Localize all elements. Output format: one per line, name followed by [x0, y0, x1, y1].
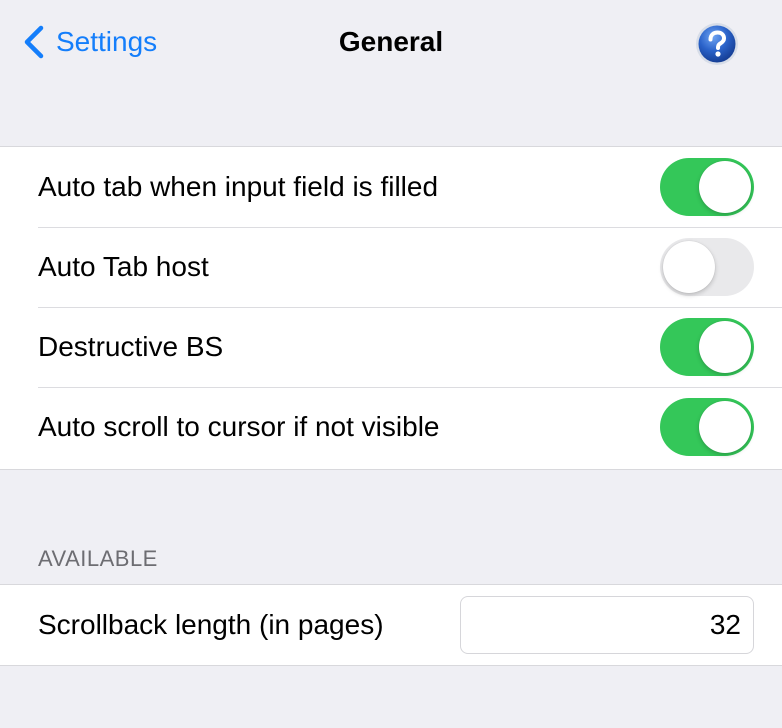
switch-knob — [699, 401, 751, 453]
scrollback-row: Scrollback length (in pages) — [0, 585, 782, 665]
scrollback-label: Scrollback length (in pages) — [38, 609, 384, 640]
toggle-label: Auto tab when input field is filled — [38, 171, 439, 202]
destructive-bs-switch[interactable] — [660, 318, 754, 376]
section-header-available: AVAILABLE — [38, 546, 158, 571]
switch-knob — [663, 241, 715, 293]
toggle-row-auto-tab-host: Auto Tab host — [0, 227, 782, 307]
help-icon[interactable] — [694, 21, 740, 67]
scrollback-length-field[interactable] — [460, 596, 754, 654]
toggle-settings-group: Auto tab when input field is filled Auto… — [0, 146, 782, 470]
toggle-label: Auto Tab host — [38, 251, 209, 282]
auto-tab-host-switch[interactable] — [660, 238, 754, 296]
scrollback-group: Scrollback length (in pages) — [0, 584, 782, 666]
toggle-row-auto-scroll: Auto scroll to cursor if not visible — [0, 387, 782, 467]
toggle-row-destructive-bs: Destructive BS — [0, 307, 782, 387]
toggle-label: Destructive BS — [38, 331, 224, 362]
switch-knob — [699, 161, 751, 213]
switch-knob — [699, 321, 751, 373]
auto-tab-switch[interactable] — [660, 158, 754, 216]
toggle-row-auto-tab: Auto tab when input field is filled — [0, 147, 782, 227]
navigation-bar: Settings General — [0, 0, 782, 84]
page-title: General — [338, 26, 444, 57]
toggle-label: Auto scroll to cursor if not visible — [38, 411, 440, 442]
auto-scroll-switch[interactable] — [660, 398, 754, 456]
